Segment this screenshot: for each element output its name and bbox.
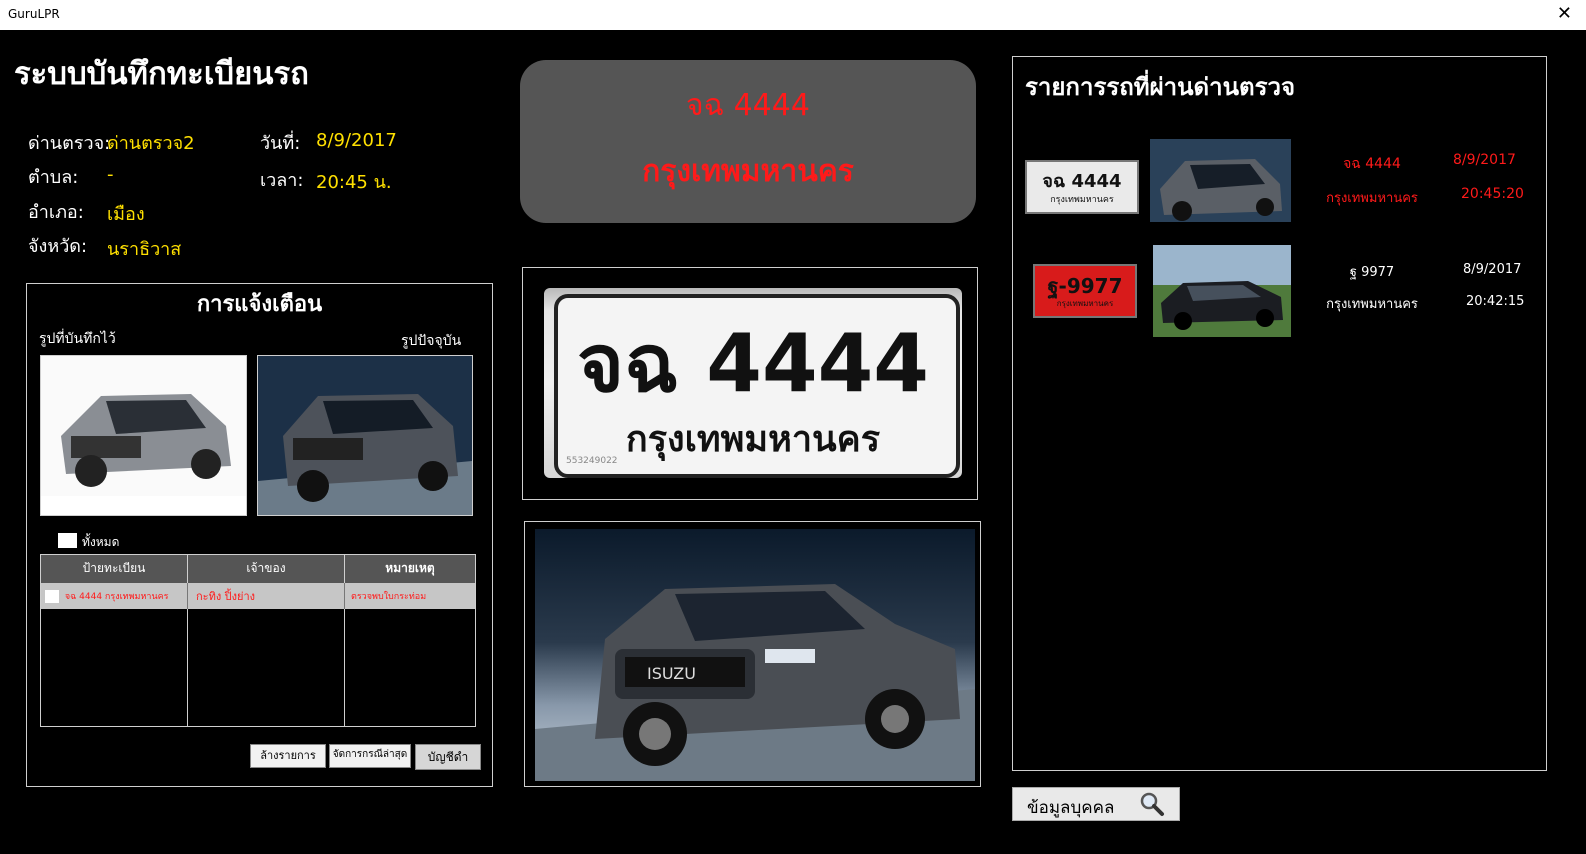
list-item-plate: จฉ 4444 bbox=[1343, 156, 1401, 172]
plate-serial: 553249022 bbox=[566, 456, 618, 466]
plate-image-frame: จฉ 4444 กรุงเทพมหานคร 553249022 bbox=[522, 267, 978, 500]
list-item-date: 8/9/2017 bbox=[1453, 152, 1516, 168]
list-item-province: กรุงเทพมหานคร bbox=[1326, 191, 1418, 206]
pickup-truck-photo: ISUZU bbox=[535, 529, 975, 781]
list-item-time: 20:45:20 bbox=[1461, 186, 1524, 202]
checkpoint-label: ด่านตรวจ: bbox=[28, 133, 111, 154]
saved-vehicle-photo bbox=[40, 355, 247, 516]
clear-list-button[interactable]: ล้างรายการ bbox=[250, 744, 326, 768]
alert-table: ป้ายทะเบียน เจ้าของ หมายเหตุ จฉ 4444 กรุ… bbox=[40, 554, 476, 727]
passed-title: รายการรถที่ผ่านด่านตรวจ bbox=[1025, 73, 1295, 101]
vehicle-image-frame: ISUZU bbox=[524, 521, 981, 787]
list-item-plate: ฐ 9977 bbox=[1349, 265, 1395, 280]
list-item-plate-image: ฐ-9977 กรุงเทพมหานคร bbox=[1033, 264, 1137, 318]
list-item-time: 20:42:15 bbox=[1466, 294, 1525, 309]
alert-panel: การแจ้งเตือน รูปที่บันทึกไว้ รูปปัจจุบัน… bbox=[26, 283, 493, 787]
window-title: GuruLPR bbox=[8, 7, 60, 21]
list-item-date: 8/9/2017 bbox=[1463, 262, 1522, 277]
district-label: อำเภอ: bbox=[28, 202, 84, 223]
col-plate: ป้ายทะเบียน bbox=[40, 554, 188, 583]
list-item-province: กรุงเทพมหานคร bbox=[1326, 297, 1418, 312]
saved-photo-label: รูปที่บันทึกไว้ bbox=[39, 331, 116, 347]
alert-title: การแจ้งเตือน bbox=[196, 292, 323, 317]
current-photo-label: รูปปัจจุบัน bbox=[401, 333, 462, 349]
current-plate-text: จฉ 4444 bbox=[686, 88, 810, 123]
current-province-text: กรุงเทพมหานคร bbox=[642, 154, 854, 189]
close-icon[interactable]: ✕ bbox=[1557, 3, 1572, 24]
time-label: เวลา: bbox=[260, 170, 304, 191]
search-icon bbox=[1139, 791, 1165, 821]
page-title: ระบบบันทึกทะเบียนรถ bbox=[14, 56, 309, 92]
select-all-label: ทั้งหมด bbox=[82, 535, 120, 549]
select-all-checkbox[interactable] bbox=[58, 533, 77, 548]
license-plate-image: จฉ 4444 กรุงเทพมหานคร 553249022 bbox=[544, 288, 962, 478]
date-label: วันที่: bbox=[260, 133, 301, 154]
date-value: 8/9/2017 bbox=[316, 130, 397, 151]
table-row[interactable]: จฉ 4444 กรุงเทพมหานคร กะทิง ปิ้งย่าง ตรว… bbox=[40, 582, 476, 609]
current-vehicle-photo bbox=[257, 355, 473, 516]
subdistrict-label: ตำบล: bbox=[28, 167, 79, 188]
blacklist-button[interactable]: บัญชีดำ bbox=[415, 744, 481, 770]
person-info-button[interactable]: ข้อมูลบุคคล bbox=[1012, 787, 1180, 821]
col-owner: เจ้าของ bbox=[187, 554, 345, 583]
sedan-photo bbox=[1153, 245, 1291, 337]
time-value: 20:45 น. bbox=[316, 172, 392, 193]
svg-text:ISUZU: ISUZU bbox=[647, 664, 696, 683]
list-item-plate-image: จฉ 4444 กรุงเทพมหานคร bbox=[1025, 160, 1139, 214]
province-value: นราธิวาส bbox=[107, 239, 182, 260]
province-label: จังหวัด: bbox=[28, 236, 88, 257]
row-plate: จฉ 4444 กรุงเทพมหานคร bbox=[64, 591, 169, 602]
row-checkbox[interactable] bbox=[45, 589, 59, 603]
manage-latest-button[interactable]: จัดการกรณีล่าสุด bbox=[329, 744, 411, 768]
person-info-label: ข้อมูลบุคคล bbox=[1027, 798, 1115, 818]
passed-vehicles-panel: รายการรถที่ผ่านด่านตรวจ จฉ 4444 กรุงเทพม… bbox=[1012, 56, 1547, 771]
col-note: หมายเหตุ bbox=[385, 561, 435, 576]
plate-image-number: จฉ 4444 bbox=[577, 317, 929, 410]
current-plate-panel: จฉ 4444 กรุงเทพมหานคร bbox=[520, 60, 976, 223]
checkpoint-value: ด่านตรวจ2 bbox=[107, 133, 195, 154]
subdistrict-value: - bbox=[107, 164, 114, 185]
window-titlebar: GuruLPR ✕ bbox=[0, 0, 1586, 30]
pickup-truck-photo bbox=[1150, 139, 1291, 222]
row-note: ตรวจพบใบกระท่อม bbox=[351, 591, 427, 602]
row-owner: กะทิง ปิ้งย่าง bbox=[187, 582, 345, 609]
district-value: เมือง bbox=[107, 204, 145, 225]
